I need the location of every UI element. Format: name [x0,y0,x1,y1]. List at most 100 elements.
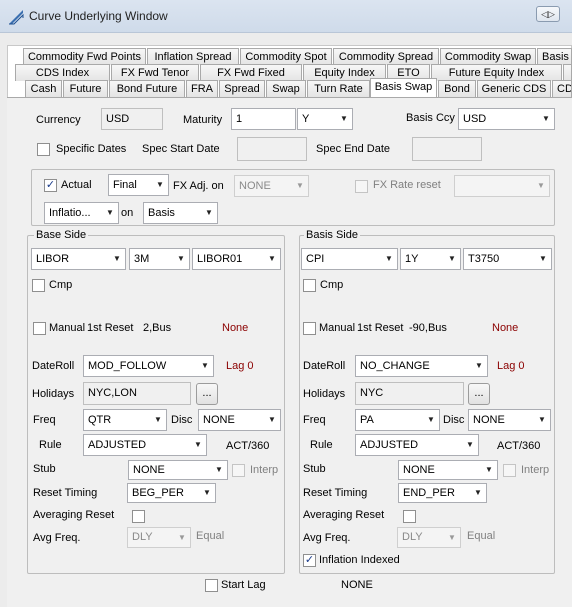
restore-button[interactable]: ◁▷ [536,6,560,22]
basis-averaging-reset-checkbox[interactable] [403,510,416,523]
tab-cds-index[interactable]: CDS Index [15,64,110,81]
tab-inflation-spread[interactable]: Inflation Spread [147,48,239,65]
basis-holidays-field: NYC [355,382,464,405]
basis-equal-label: Equal [467,530,496,542]
chevron-down-icon: ▼ [538,415,546,424]
tab-swap[interactable]: Swap [266,80,306,97]
start-lag-checkbox[interactable] [205,579,218,592]
base-averaging-reset-checkbox[interactable] [132,510,145,523]
base-rule-dropdown[interactable]: ADJUSTED ▼ [83,434,207,456]
chevron-down-icon: ▼ [203,488,211,497]
basis-dateroll-label: DateRoll [303,360,346,372]
base-index-dropdown[interactable]: LIBOR ▼ [31,248,126,270]
fx-adj-dropdown[interactable]: NONE ▼ [234,175,309,197]
tab-commodity-swap[interactable]: Commodity Swap [440,48,536,65]
chevron-down-icon: ▼ [448,254,456,263]
base-freq-dropdown[interactable]: QTR ▼ [83,409,167,431]
base-disc-label: Disc [171,414,193,426]
start-lag-label: Start Lag [221,579,266,591]
specific-dates-checkbox[interactable] [37,143,50,156]
maturity-input[interactable]: 1 [231,108,296,130]
maturity-unit-dropdown[interactable]: Y ▼ [297,108,353,130]
basis-rule-label: Rule [310,439,333,451]
base-tenor-value: 3M [134,253,150,265]
basis-reset-timing-dropdown[interactable]: END_PER ▼ [398,483,487,503]
tab-commodity-spread[interactable]: Commodity Spread [333,48,439,65]
on-label: on [121,207,134,219]
tab-row2-overflow[interactable] [563,64,572,81]
base-interp-checkbox[interactable] [232,464,245,477]
base-freq-value: QTR [88,414,112,426]
base-first-reset-value: 2,Bus [143,322,172,334]
basis-curve-dropdown[interactable]: T3750 ▼ [463,248,552,270]
basis-index-dropdown[interactable]: CPI ▼ [301,248,398,270]
basis-curve-value: T3750 [468,253,500,265]
basis-avg-freq-value: DLY [402,531,423,543]
base-curve-dropdown[interactable]: LIBOR01 ▼ [192,248,281,270]
basis-avg-freq-label: Avg Freq. [303,532,351,544]
basis-rule-value: ADJUSTED [360,439,419,451]
basis-holidays-browse-button[interactable]: ... [468,383,490,405]
basis-manual-label: Manual [319,322,356,334]
base-first-reset-status: None [222,322,249,334]
tab-commodity-spot[interactable]: Commodity Spot [240,48,332,65]
specific-dates-label: Specific Dates [56,143,127,155]
chevron-down-icon: ▼ [201,361,209,370]
tab-cash[interactable]: Cash [25,80,62,97]
final-dropdown[interactable]: Final ▼ [108,174,169,196]
basis-avg-freq-dropdown[interactable]: DLY ▼ [397,527,461,548]
actual-checkbox[interactable]: ✓ [44,179,57,192]
basis-rule-dropdown[interactable]: ADJUSTED ▼ [355,434,479,456]
basis-on-dropdown[interactable]: Basis ▼ [143,202,218,224]
base-index-value: LIBOR [36,253,70,265]
tab-fx-fwd-tenor[interactable]: FX Fwd Tenor [111,64,199,81]
chevron-down-icon: ▼ [466,440,474,449]
basis-manual-checkbox[interactable] [303,322,316,335]
base-disc-dropdown[interactable]: NONE ▼ [198,409,281,431]
chevron-down-icon: ▼ [178,533,186,542]
start-lag-value: NONE [341,579,373,591]
tab-bond[interactable]: Bond [438,80,476,97]
basis-cmp-checkbox[interactable] [303,279,316,292]
base-stub-label: Stub [33,463,56,475]
tab-future[interactable]: Future [63,80,108,97]
tab-fra[interactable]: FRA [186,80,218,97]
chevron-down-icon: ▼ [542,114,550,123]
basis-freq-dropdown[interactable]: PA ▼ [355,409,440,431]
basis-stub-dropdown[interactable]: NONE ▼ [398,460,498,480]
base-stub-dropdown[interactable]: NONE ▼ [128,460,228,480]
fx-rate-reset-checkbox[interactable] [355,180,368,193]
fx-adj-value: NONE [239,180,271,192]
basis-disc-dropdown[interactable]: NONE ▼ [468,409,551,431]
tab-bond-future[interactable]: Bond Future [109,80,185,97]
base-holidays-browse-button[interactable]: ... [196,383,218,405]
currency-label: Currency [36,114,81,126]
tab-generic-cds[interactable]: Generic CDS [477,80,551,97]
tab-turn-rate[interactable]: Turn Rate [307,80,370,97]
chevron-down-icon: ▼ [215,465,223,474]
basis-first-reset-status: None [492,322,519,334]
base-tenor-dropdown[interactable]: 3M ▼ [129,248,190,270]
base-manual-checkbox[interactable] [33,322,46,335]
basis-interp-checkbox[interactable] [503,464,516,477]
chevron-down-icon: ▼ [177,254,185,263]
tab-fx-fwd-fixed[interactable]: FX Fwd Fixed [200,64,302,81]
base-cmp-checkbox[interactable] [32,279,45,292]
inflation-dropdown[interactable]: Inflatio... ▼ [44,202,119,224]
basis-tenor-dropdown[interactable]: 1Y ▼ [400,248,461,270]
tab-future-equity-index[interactable]: Future Equity Index [431,64,562,81]
tab-basis-swap[interactable]: Basis Swap [370,78,437,97]
base-dateroll-dropdown[interactable]: MOD_FOLLOW ▼ [83,355,214,377]
base-averaging-reset-label: Averaging Reset [33,509,115,521]
base-reset-timing-dropdown[interactable]: BEG_PER ▼ [127,483,216,503]
inflation-indexed-checkbox[interactable]: ✓ [303,554,316,567]
fx-rate-reset-dropdown[interactable]: ▼ [454,175,550,197]
tab-basis[interactable]: Basis [537,48,572,65]
tab-cd[interactable]: CD [552,80,572,97]
basis-dateroll-dropdown[interactable]: NO_CHANGE ▼ [355,355,488,377]
basis-ccy-dropdown[interactable]: USD ▼ [458,108,555,130]
tab-spread[interactable]: Spread [219,80,265,97]
base-avg-freq-dropdown[interactable]: DLY ▼ [127,527,191,548]
tab-commodity-fwd-points[interactable]: Commodity Fwd Points [23,48,146,65]
basis-reset-timing-value: END_PER [403,487,455,499]
